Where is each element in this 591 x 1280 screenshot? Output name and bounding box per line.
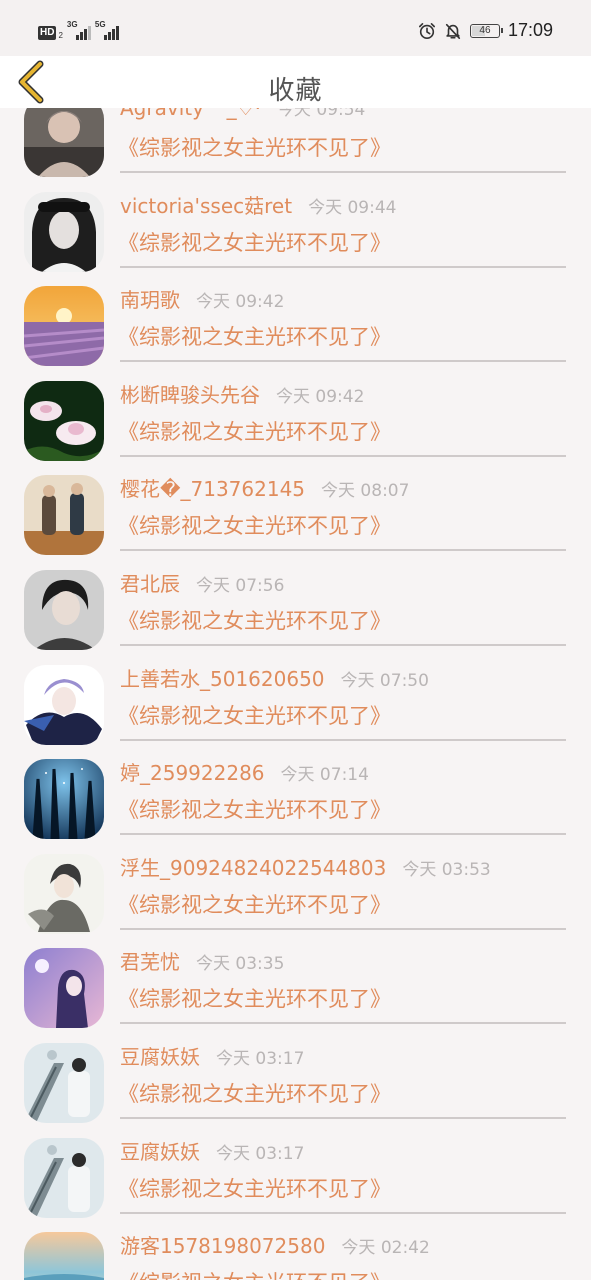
signal-icon-sim2: 5G — [95, 20, 119, 40]
timestamp: 今天 09:42 — [196, 292, 285, 313]
username[interactable]: 游客1578198072580 — [120, 1230, 325, 1259]
avatar[interactable] — [24, 1137, 104, 1218]
username[interactable]: 南玥歌 — [120, 284, 180, 313]
username[interactable]: 浮生_90924824022544803 — [120, 852, 386, 881]
book-title[interactable]: 《综影视之女主光环不见了》 — [118, 1267, 391, 1280]
username[interactable]: 豆腐妖妖 — [120, 1041, 200, 1070]
divider — [120, 643, 566, 646]
divider — [120, 265, 566, 268]
timestamp: 今天 09:54 — [276, 108, 366, 120]
timestamp: 今天 03:35 — [196, 954, 285, 975]
system-status: 46 17:09 — [418, 20, 553, 41]
avatar[interactable] — [24, 191, 104, 272]
book-title[interactable]: 《综影视之女主光环不见了》 — [118, 227, 391, 257]
list-item[interactable]: 浮生_90924824022544803 今天 03:53 《综影视之女主光环不… — [0, 842, 591, 937]
avatar[interactable] — [24, 286, 104, 367]
avatar[interactable] — [24, 948, 104, 1029]
list-item[interactable]: 婷_259922286 今天 07:14 《综影视之女主光环不见了》 — [0, 747, 591, 842]
list-item[interactable]: 游客1578198072580 今天 02:42 《综影视之女主光环不见了》 — [0, 1220, 591, 1280]
divider — [120, 549, 566, 552]
divider — [120, 1022, 566, 1025]
status-time: 17:09 — [507, 20, 553, 40]
list-item[interactable]: 豆腐妖妖 今天 03:17 《综影视之女主光环不见了》 — [0, 1126, 591, 1221]
avatar[interactable] — [24, 475, 104, 556]
divider — [120, 360, 566, 363]
list-item[interactable]: 君芜忧 今天 03:35 《综影视之女主光环不见了》 — [0, 936, 591, 1031]
battery-icon: 46 — [469, 23, 503, 38]
divider — [120, 833, 566, 836]
avatar[interactable] — [24, 759, 104, 840]
favorites-list[interactable]: Agravity ˘ _♡· 今天 09:54 《综影视之女主光环不见了》 vi… — [0, 108, 591, 1280]
bell-off-icon — [445, 23, 461, 39]
book-title[interactable]: 《综影视之女主光环不见了》 — [118, 983, 391, 1013]
book-title[interactable]: 《综影视之女主光环不见了》 — [118, 132, 391, 162]
sim-index: 2 — [58, 31, 63, 40]
timestamp: 今天 02:42 — [341, 1238, 430, 1259]
status-bar: HD 2 3G 5G 46 17:09 — [0, 0, 591, 56]
timestamp: 今天 03:53 — [402, 859, 491, 880]
list-item[interactable]: 南玥歌 今天 09:42 《综影视之女主光环不见了》 — [0, 274, 591, 369]
divider — [120, 927, 566, 930]
divider — [120, 738, 566, 741]
username[interactable]: 豆腐妖妖 — [120, 1136, 200, 1165]
book-title[interactable]: 《综影视之女主光环不见了》 — [118, 700, 391, 730]
network-status: HD 2 3G 5G — [38, 20, 119, 40]
avatar[interactable] — [24, 569, 104, 650]
timestamp: 今天 03:17 — [216, 1143, 305, 1164]
divider — [120, 1211, 566, 1214]
divider — [120, 454, 566, 457]
title-bar: 收藏 — [0, 56, 591, 108]
avatar[interactable] — [24, 380, 104, 461]
alarm-icon — [418, 22, 435, 39]
timestamp: 今天 07:14 — [280, 765, 369, 786]
list-item[interactable]: 君北辰 今天 07:56 《综影视之女主光环不见了》 — [0, 558, 591, 653]
battery-level: 46 — [479, 24, 491, 36]
list-item[interactable]: victoria'ssec菇ret 今天 09:44 《综影视之女主光环不见了》 — [0, 180, 591, 275]
list-item[interactable]: 豆腐妖妖 今天 03:17 《综影视之女主光环不见了》 — [0, 1031, 591, 1126]
timestamp: 今天 09:42 — [276, 386, 365, 407]
avatar[interactable] — [24, 664, 104, 745]
timestamp: 今天 07:50 — [340, 670, 429, 691]
list-item[interactable]: 彬断睥骏头先谷 今天 09:42 《综影视之女主光环不见了》 — [0, 369, 591, 464]
avatar[interactable] — [24, 853, 104, 934]
avatar[interactable] — [24, 1042, 104, 1123]
signal-icon-sim1: 3G — [67, 20, 91, 40]
list-item[interactable]: 上善若水_501620650 今天 07:50 《综影视之女主光环不见了》 — [0, 653, 591, 748]
timestamp: 今天 09:44 — [308, 197, 397, 218]
timestamp: 今天 08:07 — [321, 481, 410, 502]
divider — [120, 1116, 566, 1119]
avatar[interactable] — [24, 108, 104, 177]
username[interactable]: victoria'ssec菇ret — [120, 190, 292, 219]
timestamp: 今天 03:17 — [216, 1048, 305, 1069]
book-title[interactable]: 《综影视之女主光环不见了》 — [118, 889, 391, 919]
username[interactable]: 君芜忧 — [120, 946, 180, 975]
timestamp: 今天 07:56 — [196, 575, 285, 596]
book-title[interactable]: 《综影视之女主光环不见了》 — [118, 1173, 391, 1203]
username[interactable]: 彬断睥骏头先谷 — [120, 379, 260, 408]
list-item[interactable]: Agravity ˘ _♡· 今天 09:54 《综影视之女主光环不见了》 — [0, 108, 591, 180]
book-title[interactable]: 《综影视之女主光环不见了》 — [118, 321, 391, 351]
username[interactable]: Agravity ˘ _♡· — [120, 108, 261, 120]
page-title: 收藏 — [268, 76, 323, 106]
username[interactable]: 君北辰 — [120, 568, 180, 597]
book-title[interactable]: 《综影视之女主光环不见了》 — [118, 605, 391, 635]
list-item[interactable]: 樱花�_713762145 今天 08:07 《综影视之女主光环不见了》 — [0, 463, 591, 558]
username[interactable]: 婷_259922286 — [120, 757, 265, 786]
book-title[interactable]: 《综影视之女主光环不见了》 — [118, 416, 391, 446]
avatar[interactable] — [24, 1232, 104, 1280]
book-title[interactable]: 《综影视之女主光环不见了》 — [118, 1078, 391, 1108]
username[interactable]: 樱花�_713762145 — [120, 473, 305, 502]
divider — [120, 171, 566, 173]
book-title[interactable]: 《综影视之女主光环不见了》 — [118, 794, 391, 824]
book-title[interactable]: 《综影视之女主光环不见了》 — [118, 510, 391, 540]
username[interactable]: 上善若水_501620650 — [120, 663, 325, 692]
hd-voice-icon: HD — [38, 26, 57, 40]
